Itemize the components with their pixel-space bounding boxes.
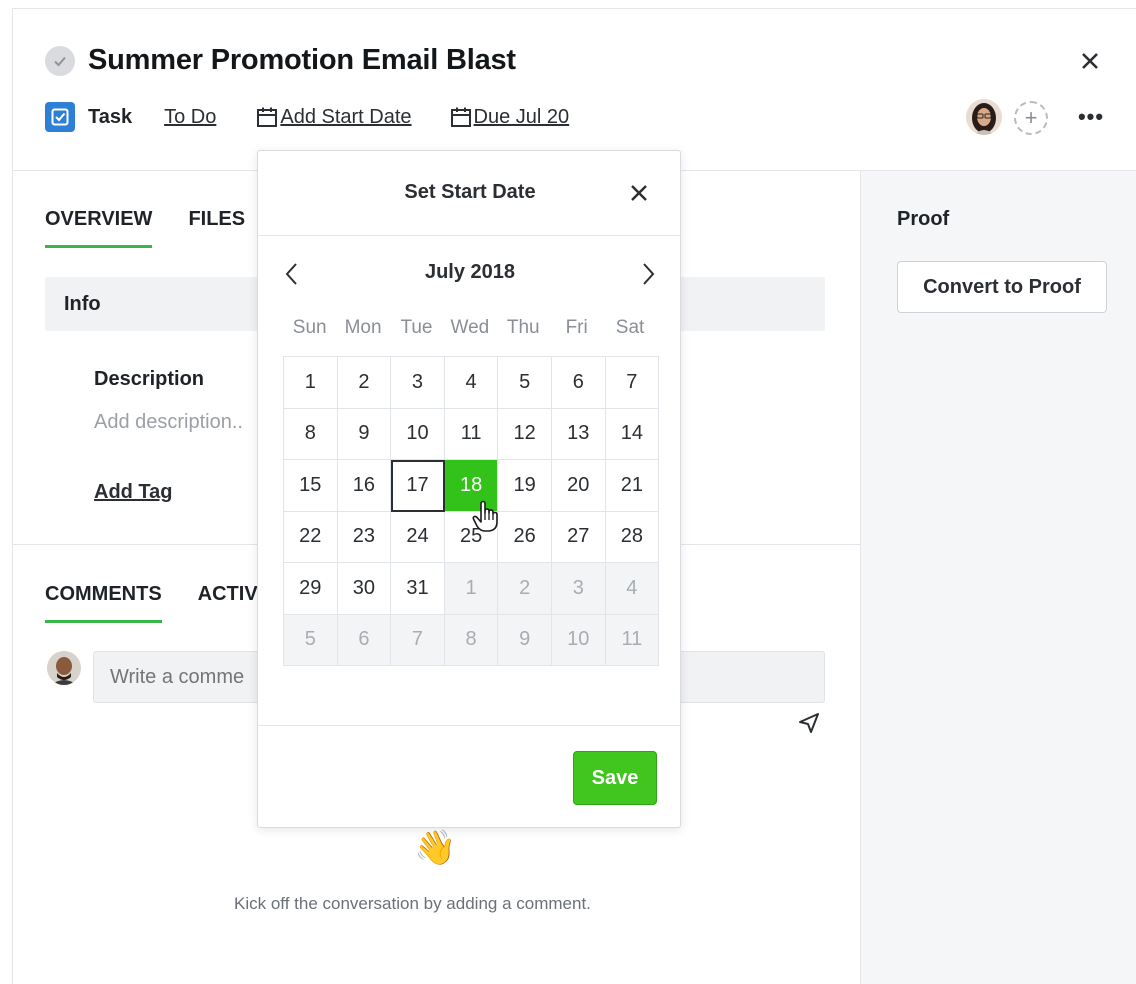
- complete-check-icon[interactable]: [45, 46, 75, 76]
- overview-tabs: OVERVIEW FILES: [45, 208, 281, 248]
- day-cell[interactable]: 5: [284, 614, 338, 666]
- add-tag-link[interactable]: Add Tag: [94, 481, 173, 504]
- day-cell[interactable]: 2: [337, 357, 392, 409]
- day-cell[interactable]: 19: [498, 460, 552, 512]
- hand-pointer-icon: [472, 500, 500, 534]
- weekday-label: Mon: [344, 317, 382, 338]
- task-checkbox-icon: [45, 102, 75, 132]
- tab-activity[interactable]: ACTIV: [198, 583, 258, 623]
- day-cell[interactable]: 13: [551, 408, 606, 460]
- calendar-icon: [450, 106, 472, 128]
- task-meta-row: Task To Do Add Start Date Due Jul 20: [45, 100, 569, 134]
- day-cell[interactable]: 31: [391, 563, 445, 615]
- popover-title: Set Start Date: [404, 181, 536, 203]
- day-cell[interactable]: 5: [498, 357, 552, 409]
- info-heading: Info: [64, 293, 101, 315]
- day-cell[interactable]: 15: [284, 460, 338, 512]
- page-title: Summer Promotion Email Blast: [88, 44, 516, 76]
- status-link[interactable]: To Do: [164, 106, 216, 129]
- weekday-header: Sun Mon Tue Wed Thu Fri Sat: [283, 317, 657, 339]
- day-cell[interactable]: 28: [605, 511, 660, 563]
- weekday-label: Tue: [400, 317, 433, 338]
- day-cell[interactable]: 3: [391, 357, 445, 409]
- start-date-link[interactable]: Add Start Date: [256, 105, 412, 129]
- day-cell[interactable]: 4: [605, 563, 660, 615]
- month-label: July 2018: [424, 261, 516, 283]
- day-cell[interactable]: 21: [605, 460, 660, 512]
- day-cell[interactable]: 3: [551, 563, 606, 615]
- weekday-label: Sat: [615, 317, 645, 338]
- day-cell[interactable]: 16: [337, 460, 392, 512]
- assignee-avatar[interactable]: [966, 99, 1002, 135]
- proof-heading: Proof: [897, 208, 950, 230]
- start-date-popover: Set Start Date July 2018 Sun Mon Tue Wed Thu…: [257, 150, 682, 828]
- popover-divider: [258, 235, 682, 236]
- waving-hand-icon: 👋: [414, 829, 457, 867]
- day-cell[interactable]: 6: [337, 614, 392, 666]
- day-cell[interactable]: 1: [284, 357, 338, 409]
- weekday-label: Fri: [565, 317, 588, 338]
- due-date-label: Due Jul 20: [473, 105, 570, 128]
- task-type-label: Task: [88, 105, 133, 128]
- description-label: Description: [94, 368, 205, 390]
- more-options-icon[interactable]: •••: [1076, 104, 1106, 130]
- popover-divider: [258, 725, 682, 726]
- weekday-label: Sun: [292, 317, 327, 338]
- weekday-label: Wed: [450, 317, 490, 338]
- close-icon[interactable]: [625, 179, 653, 207]
- comments-empty-text: Kick off the conversation by adding a co…: [234, 894, 591, 913]
- due-date-link[interactable]: Due Jul 20: [450, 105, 570, 129]
- close-icon[interactable]: [1076, 47, 1104, 75]
- day-cell[interactable]: 9: [337, 408, 392, 460]
- day-cell[interactable]: 23: [337, 511, 392, 563]
- chevron-right-icon[interactable]: [638, 261, 658, 287]
- save-button[interactable]: Save: [573, 751, 657, 805]
- day-cell[interactable]: 11: [605, 614, 660, 666]
- day-cell[interactable]: 8: [444, 614, 499, 666]
- day-cell[interactable]: 8: [284, 408, 338, 460]
- day-cell[interactable]: 22: [284, 511, 338, 563]
- day-cell[interactable]: 4: [444, 357, 499, 409]
- day-cell[interactable]: 9: [498, 614, 552, 666]
- tab-comments[interactable]: COMMENTS: [45, 583, 162, 623]
- day-cell[interactable]: 11: [444, 408, 499, 460]
- day-cell[interactable]: 1: [444, 563, 499, 615]
- day-cell[interactable]: 26: [498, 511, 552, 563]
- day-cell[interactable]: 27: [551, 511, 606, 563]
- day-cell[interactable]: 12: [498, 408, 552, 460]
- calendar-icon: [256, 106, 278, 128]
- day-cell[interactable]: 7: [391, 614, 445, 666]
- weekday-label: Thu: [506, 317, 540, 338]
- day-cell[interactable]: 30: [337, 563, 392, 615]
- calendar-grid: 1 2 3 4 5 6 7 8 9 10 11 12 13 14 15 16 17 18 19 20 21 22 23 24 2…: [283, 356, 660, 666]
- day-cell[interactable]: 20: [551, 460, 606, 512]
- day-cell[interactable]: 10: [551, 614, 606, 666]
- start-date-label: Add Start Date: [280, 105, 412, 128]
- day-cell[interactable]: 6: [551, 357, 606, 409]
- day-cell[interactable]: 14: [605, 408, 660, 460]
- tab-overview[interactable]: OVERVIEW: [45, 208, 153, 248]
- day-cell[interactable]: 29: [284, 563, 338, 615]
- day-cell-today[interactable]: 17: [391, 460, 445, 512]
- day-cell[interactable]: 10: [391, 408, 445, 460]
- day-cell[interactable]: 7: [605, 357, 660, 409]
- tab-files[interactable]: FILES: [188, 208, 245, 248]
- send-icon[interactable]: [797, 711, 821, 735]
- description-placeholder[interactable]: Add description..: [94, 411, 243, 434]
- current-user-avatar: [47, 651, 81, 685]
- day-cell[interactable]: 24: [391, 511, 445, 563]
- convert-to-proof-button[interactable]: Convert to Proof: [897, 261, 1107, 313]
- add-member-button[interactable]: +: [1014, 101, 1048, 135]
- day-cell[interactable]: 2: [498, 563, 552, 615]
